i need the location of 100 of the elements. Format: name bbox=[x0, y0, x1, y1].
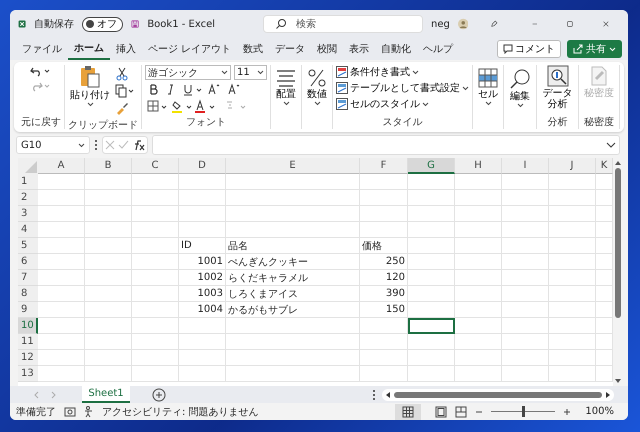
menu-tab[interactable]: ヘルプ bbox=[417, 39, 460, 59]
column-header[interactable]: G bbox=[408, 158, 455, 174]
table-cell bbox=[408, 270, 455, 286]
normal-view-icon[interactable] bbox=[395, 404, 422, 420]
column-header[interactable]: I bbox=[502, 158, 549, 174]
menu-tab[interactable]: ページ レイアウト bbox=[142, 39, 238, 59]
sheet-tab[interactable]: Sheet1 bbox=[82, 386, 130, 403]
table-cell bbox=[549, 270, 596, 286]
table-cell bbox=[360, 190, 408, 206]
accessibility-status[interactable]: アクセシビリティ: 問題ありません bbox=[102, 404, 259, 418]
undo-icon[interactable] bbox=[30, 65, 52, 77]
caret-icon bbox=[314, 101, 320, 106]
more-icon[interactable] bbox=[94, 139, 98, 151]
table-cell bbox=[38, 222, 85, 238]
font-size-dropdown[interactable]: 11 bbox=[234, 65, 267, 80]
accessibility-icon[interactable] bbox=[84, 406, 94, 418]
paste-button[interactable]: 貼り付け bbox=[68, 65, 112, 118]
scissors-icon[interactable] bbox=[115, 67, 129, 81]
column-header[interactable]: K bbox=[596, 158, 613, 174]
table-cell bbox=[38, 254, 85, 270]
table-cell bbox=[455, 334, 502, 350]
expand-icon[interactable] bbox=[606, 141, 616, 149]
row-header[interactable]: 4 bbox=[18, 222, 38, 238]
table-cell bbox=[549, 206, 596, 222]
column-header[interactable]: H bbox=[455, 158, 502, 174]
table-cell bbox=[85, 334, 132, 350]
column-header[interactable]: D bbox=[179, 158, 226, 174]
analyze-data-button[interactable]: データ分析 bbox=[540, 65, 575, 110]
share-button[interactable]: 共有 bbox=[567, 40, 622, 58]
formula-input[interactable] bbox=[152, 135, 620, 155]
menu-tab[interactable]: ファイル bbox=[16, 39, 68, 59]
editing-button[interactable]: 編集 bbox=[507, 68, 533, 108]
table-cell bbox=[455, 302, 502, 318]
column-header[interactable]: J bbox=[549, 158, 596, 174]
row-header[interactable]: 6 bbox=[18, 254, 38, 270]
style-menu-button[interactable]: テーブルとして書式設定 bbox=[336, 81, 469, 95]
column-header[interactable]: E bbox=[226, 158, 360, 174]
horizontal-scrollbar[interactable] bbox=[382, 388, 614, 400]
table-cell bbox=[549, 174, 596, 190]
table-cell bbox=[85, 302, 132, 318]
name-box[interactable]: G10 bbox=[16, 136, 90, 154]
table-cell bbox=[38, 238, 85, 254]
table-cell bbox=[549, 366, 596, 382]
more-icon[interactable] bbox=[372, 388, 376, 400]
row-header[interactable]: 13 bbox=[18, 366, 38, 382]
column-header[interactable]: F bbox=[360, 158, 408, 174]
format-brush-icon[interactable] bbox=[115, 101, 129, 115]
table-cell bbox=[549, 238, 596, 254]
table-cell bbox=[502, 222, 549, 238]
table-cell bbox=[360, 174, 408, 190]
cells-grid-icon bbox=[478, 68, 498, 88]
menu-tab[interactable]: 挿入 bbox=[110, 39, 142, 59]
copy-icon[interactable] bbox=[115, 84, 135, 98]
style-menu-button[interactable]: 条件付き書式 bbox=[336, 65, 469, 79]
column-header[interactable]: A bbox=[38, 158, 85, 174]
add-sheet-icon[interactable] bbox=[152, 388, 166, 402]
style-menu-button[interactable]: セルのスタイル bbox=[336, 97, 469, 111]
table-cell bbox=[502, 366, 549, 382]
table-cell bbox=[408, 366, 455, 382]
zoom-in-icon[interactable] bbox=[563, 408, 572, 416]
table-cell: ID bbox=[179, 238, 226, 254]
cells-button[interactable]: セル bbox=[476, 68, 500, 106]
alignment-button[interactable]: 配置 bbox=[274, 68, 298, 106]
row-header[interactable]: 3 bbox=[18, 206, 38, 222]
table-cell bbox=[455, 350, 502, 366]
up-arrow-icon bbox=[614, 160, 622, 166]
menu-tab[interactable]: ホーム bbox=[68, 38, 110, 60]
search-field[interactable]: 検索 bbox=[263, 15, 424, 33]
row-header[interactable]: 9 bbox=[18, 302, 38, 318]
menu-tab[interactable]: データ bbox=[269, 39, 312, 59]
maximize-icon[interactable] bbox=[567, 19, 574, 29]
formula-buttons-drawing[interactable] bbox=[102, 136, 148, 154]
page-layout-icon[interactable] bbox=[435, 406, 448, 418]
column-header[interactable]: B bbox=[85, 158, 132, 174]
menu-tab[interactable]: 校閲 bbox=[311, 39, 344, 59]
row-header[interactable]: 1 bbox=[18, 174, 38, 190]
comment-button[interactable]: コメント bbox=[497, 40, 561, 58]
row-header[interactable]: 12 bbox=[18, 350, 38, 366]
table-cell bbox=[549, 302, 596, 318]
macro-record-icon[interactable] bbox=[64, 406, 76, 418]
autosave-toggle[interactable]: オフ bbox=[82, 16, 124, 32]
row-header[interactable]: 2 bbox=[18, 190, 38, 206]
row-header[interactable]: 8 bbox=[18, 286, 38, 302]
page-break-icon[interactable] bbox=[455, 406, 468, 418]
row-header[interactable]: 5 bbox=[18, 238, 38, 254]
font-name-dropdown[interactable]: 游ゴシック bbox=[145, 65, 231, 80]
group-label: 秘密度 bbox=[584, 116, 614, 129]
row-header[interactable]: 11 bbox=[18, 334, 38, 350]
menu-tab[interactable]: 表示 bbox=[343, 39, 376, 59]
number-format-button[interactable]: 数値 bbox=[305, 68, 329, 106]
menu-tab[interactable]: 数式 bbox=[237, 39, 270, 59]
table-cell bbox=[502, 254, 549, 270]
table-cell: 品名 bbox=[226, 238, 360, 254]
menu-tab[interactable]: 自動化 bbox=[375, 39, 418, 59]
close-icon[interactable] bbox=[603, 19, 609, 29]
vertical-scrollbar[interactable] bbox=[613, 158, 623, 386]
row-header[interactable]: 10 bbox=[18, 318, 38, 334]
window-title: Book1 - Excel bbox=[147, 18, 216, 30]
column-header[interactable]: C bbox=[132, 158, 179, 174]
row-header[interactable]: 7 bbox=[18, 270, 38, 286]
